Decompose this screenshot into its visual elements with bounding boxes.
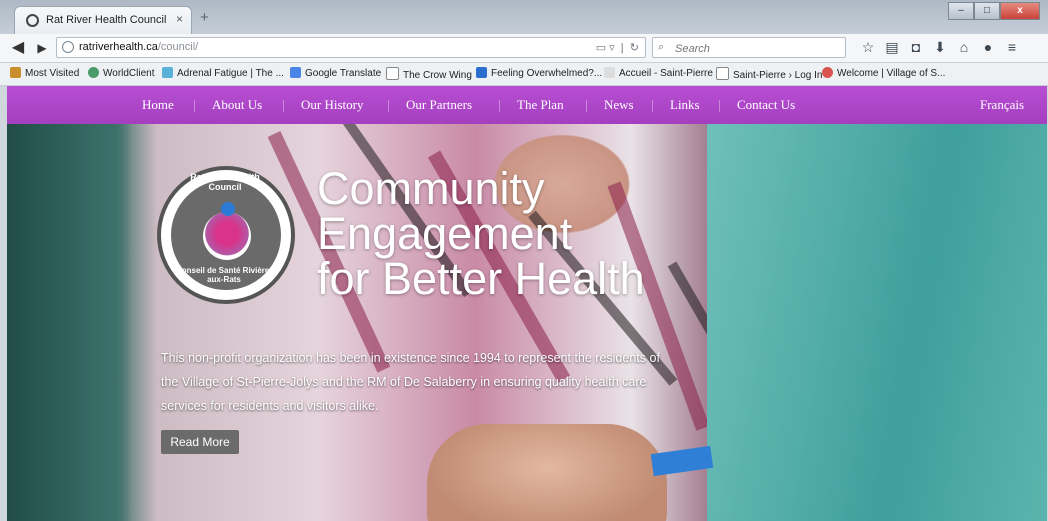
menu-home[interactable]: Home: [142, 97, 174, 113]
clasped-hands-image: [427, 424, 667, 521]
window-controls: – □ x: [948, 2, 1040, 22]
back-arrow-icon[interactable]: ◀: [8, 38, 28, 58]
headline-line-3: for Better Health: [317, 253, 645, 304]
bookmark-label: Feeling Overwhelmed?...: [491, 68, 603, 79]
bookmark-star-icon[interactable]: ☆: [856, 39, 880, 56]
read-more-button[interactable]: Read More: [161, 430, 239, 454]
menu-news[interactable]: News: [604, 97, 634, 113]
bookmark-village[interactable]: Welcome | Village of S...: [822, 67, 945, 79]
search-icon: ⌕: [658, 41, 665, 53]
maximize-button[interactable]: □: [974, 2, 1000, 20]
reader-and-reload-icons[interactable]: ▭ ▿ | ↻: [596, 41, 639, 54]
tab-close-icon[interactable]: ×: [176, 12, 183, 26]
bookmark-label: Most Visited: [25, 68, 80, 79]
site-favicon-icon: [26, 14, 39, 27]
menu-our-history[interactable]: Our History: [301, 97, 363, 113]
hero-banner: Rat River Health Council Conseil de Sant…: [7, 124, 1047, 521]
bookmark-crow-wing[interactable]: The Crow Wing: [386, 67, 472, 81]
headline-line-1: Community: [317, 163, 545, 214]
menu-separator: [388, 100, 389, 112]
bookmark-most-visited[interactable]: Most Visited: [10, 67, 79, 79]
url-host: ratriverhealth.ca: [79, 41, 158, 53]
forward-arrow-icon[interactable]: ▶: [32, 38, 52, 58]
bookmark-label: Adrenal Fatigue | The ...: [177, 68, 284, 79]
bookmark-google-translate[interactable]: Google Translate: [290, 67, 381, 79]
menu-icon[interactable]: ≡: [1000, 39, 1024, 56]
url-text[interactable]: ratriverhealth.ca/council/: [79, 41, 198, 53]
logo-heart-icon: [203, 212, 251, 260]
browser-window: Rat River Health Council × + – □ x ◀ ▶ r…: [0, 0, 1048, 521]
bookmark-label: Saint-Pierre › Log In: [733, 70, 823, 81]
url-path: /council/: [157, 41, 199, 53]
bookmark-accueil-saint-pierre[interactable]: Accueil - Saint-Pierre: [604, 67, 713, 79]
menu-separator: [719, 100, 720, 112]
browser-tab[interactable]: Rat River Health Council ×: [14, 6, 192, 34]
menu-separator: [283, 100, 284, 112]
hero-background-left: [7, 124, 157, 521]
minimize-button[interactable]: –: [948, 2, 974, 20]
site-main-menu: Home About Us Our History Our Partners T…: [7, 86, 1047, 124]
menu-separator: [652, 100, 653, 112]
council-logo[interactable]: Rat River Health Council Conseil de Sant…: [157, 166, 295, 304]
logo-top-text: Rat River Health Council: [190, 172, 260, 192]
logo-person-icon: [221, 202, 235, 216]
navigation-toolbar: ◀ ▶ ratriverhealth.ca/council/ ▭ ▿ | ↻ ⌕…: [0, 34, 1048, 63]
bookmark-feeling-overwhelmed[interactable]: Feeling Overwhelmed?...: [476, 67, 602, 79]
menu-separator: [499, 100, 500, 112]
tab-title: Rat River Health Council: [46, 14, 167, 26]
search-bar[interactable]: ⌕: [652, 37, 846, 58]
hero-description: This non-profit organization has been in…: [161, 351, 660, 413]
bookmarks-toolbar: Most Visited WorldClient Adrenal Fatigue…: [0, 63, 1048, 86]
bookmark-label: Welcome | Village of S...: [837, 68, 946, 79]
chat-icon[interactable]: ●: [976, 39, 1000, 56]
menu-separator: [586, 100, 587, 112]
language-link-francais[interactable]: Français: [980, 97, 1024, 113]
clipboard-icon[interactable]: ▤: [880, 39, 904, 56]
pocket-icon[interactable]: ◘: [904, 39, 928, 56]
bookmark-label: WorldClient: [103, 68, 155, 79]
bookmark-label: Accueil - Saint-Pierre: [619, 68, 713, 79]
close-window-button[interactable]: x: [1000, 2, 1040, 20]
headline-line-2: Engagement: [317, 208, 573, 259]
download-icon[interactable]: ⬇: [928, 39, 952, 56]
blue-cuff-image: [650, 445, 714, 477]
globe-icon: [62, 41, 74, 53]
search-input[interactable]: [673, 40, 837, 57]
toolbar-icons: ☆ ▤ ◘ ⬇ ⌂ ● ≡: [856, 39, 1024, 56]
menu-separator: [194, 100, 195, 112]
bookmark-worldclient[interactable]: WorldClient: [88, 67, 155, 79]
bookmark-saint-pierre-login[interactable]: Saint-Pierre › Log In: [716, 67, 823, 81]
bookmark-adrenal-fatigue[interactable]: Adrenal Fatigue | The ...: [162, 67, 284, 79]
address-bar[interactable]: ratriverhealth.ca/council/ ▭ ▿ | ↻: [56, 37, 646, 58]
menu-the-plan[interactable]: The Plan: [517, 97, 564, 113]
logo-bottom-text: Conseil de Santé Rivière-aux-Rats: [175, 266, 273, 284]
menu-about-us[interactable]: About Us: [212, 97, 262, 113]
bookmark-label: Google Translate: [305, 68, 382, 79]
hero-headline: Community Engagement for Better Health: [317, 166, 645, 301]
tab-strip: Rat River Health Council × + – □ x: [0, 0, 1048, 34]
bookmark-label: The Crow Wing: [403, 70, 472, 81]
home-icon[interactable]: ⌂: [952, 39, 976, 56]
menu-contact-us[interactable]: Contact Us: [737, 97, 795, 113]
menu-our-partners[interactable]: Our Partners: [406, 97, 472, 113]
hero-background-teal: [707, 124, 1047, 521]
menu-links[interactable]: Links: [670, 97, 700, 113]
new-tab-button[interactable]: +: [200, 9, 209, 26]
